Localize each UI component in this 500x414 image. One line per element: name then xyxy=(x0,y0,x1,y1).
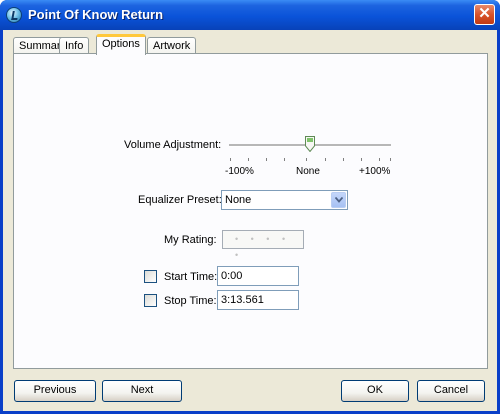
start-time-label: Start Time: xyxy=(164,271,218,283)
volume-slider-thumb[interactable] xyxy=(305,136,315,152)
options-panel: Volume Adjustment: -100% None +100% Equa… xyxy=(13,53,488,369)
track-info-window: Point Of Know Return ✕ Summary Info Opti… xyxy=(0,0,500,414)
tab-artwork[interactable]: Artwork xyxy=(147,37,197,54)
close-button[interactable]: ✕ xyxy=(474,4,495,25)
volume-tick xyxy=(343,158,344,161)
volume-tick xyxy=(266,158,267,161)
dropdown-button[interactable] xyxy=(331,192,346,208)
window-title: Point Of Know Return xyxy=(28,7,164,22)
volume-mid-label: None xyxy=(296,166,320,177)
chevron-down-icon xyxy=(335,197,343,203)
dialog-body: Summary Info Options Artwork Volume Adju… xyxy=(3,30,497,411)
volume-tick xyxy=(361,158,362,161)
previous-button[interactable]: Previous xyxy=(14,380,96,402)
rating-stars[interactable]: • • • • • xyxy=(222,230,304,260)
itunes-icon xyxy=(6,7,22,23)
start-time-checkbox[interactable] xyxy=(144,270,157,283)
tab-info[interactable]: Info xyxy=(59,37,90,54)
volume-label: Volume Adjustment: xyxy=(124,139,222,151)
next-button[interactable]: Next xyxy=(102,380,182,402)
title-bar[interactable]: Point Of Know Return ✕ xyxy=(0,0,500,30)
stop-time-label: Stop Time: xyxy=(164,295,217,307)
equalizer-value: None xyxy=(225,194,252,206)
start-time-input[interactable]: 0:00 xyxy=(217,266,299,286)
close-icon: ✕ xyxy=(478,5,491,22)
equalizer-label: Equalizer Preset: xyxy=(138,194,222,206)
volume-tick xyxy=(379,158,380,161)
stop-time-checkbox[interactable] xyxy=(144,294,157,307)
equalizer-select[interactable]: None xyxy=(221,190,348,210)
ok-button[interactable]: OK xyxy=(341,380,409,402)
volume-tick xyxy=(306,158,307,161)
volume-max-label: +100% xyxy=(359,166,391,177)
volume-tick xyxy=(284,158,285,161)
cancel-button[interactable]: Cancel xyxy=(417,380,485,402)
volume-tick xyxy=(390,158,391,161)
tab-options[interactable]: Options xyxy=(96,34,146,55)
rating-label: My Rating: xyxy=(164,234,217,246)
volume-min-label: -100% xyxy=(225,166,254,177)
volume-tick xyxy=(230,158,231,161)
stop-time-input[interactable]: 3:13.561 xyxy=(217,290,299,310)
volume-tick xyxy=(248,158,249,161)
volume-tick xyxy=(325,158,326,161)
